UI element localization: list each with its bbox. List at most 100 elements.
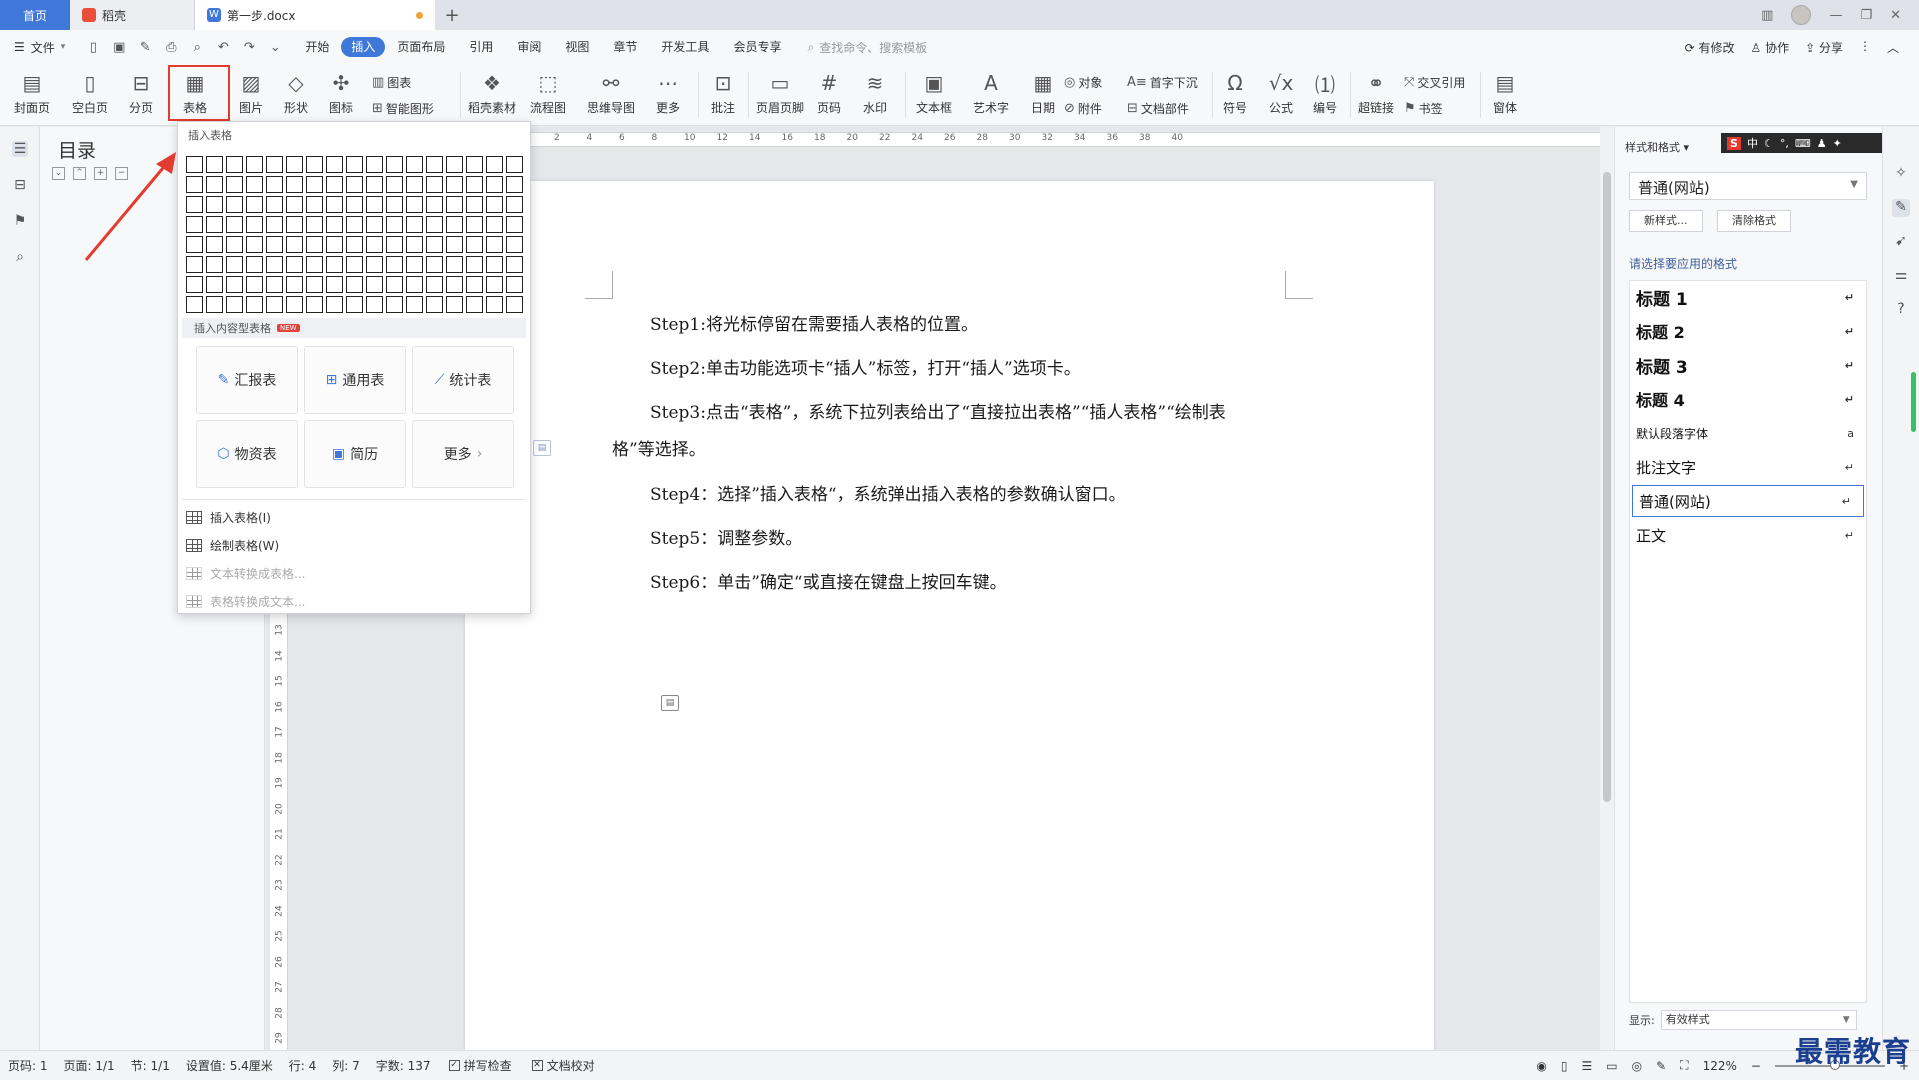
table-grid-cell[interactable]	[366, 276, 383, 293]
mindmap-button[interactable]: ⚯ 思维导图	[587, 70, 635, 116]
table-grid-cell[interactable]	[446, 196, 463, 213]
table-grid-cell[interactable]	[366, 216, 383, 233]
status-word-count[interactable]: 字数: 137	[368, 1057, 439, 1074]
table-grid-cell[interactable]	[446, 236, 463, 253]
table-grid-cell[interactable]	[426, 196, 443, 213]
tab-references[interactable]: 引用	[457, 37, 505, 57]
style-item-normal-web[interactable]: 普通(网站) ↵	[1632, 485, 1864, 517]
header-footer-button[interactable]: ▭ 页眉页脚	[756, 70, 804, 116]
table-grid-cell[interactable]	[426, 156, 443, 173]
table-grid-cell[interactable]	[326, 276, 343, 293]
table-grid-cell[interactable]	[306, 156, 323, 173]
materials-table-card[interactable]: ⬡ 物资表	[196, 420, 298, 488]
table-grid-cell[interactable]	[386, 156, 403, 173]
find-icon[interactable]: ⌕	[12, 249, 28, 265]
toc-icon[interactable]: ☰	[12, 141, 28, 157]
draw-table-item[interactable]: 绘制表格(W)	[186, 537, 279, 554]
tab-document[interactable]: W 第一步.docx	[195, 0, 435, 30]
tab-start[interactable]: 开始	[293, 37, 341, 57]
paragraph-step1[interactable]: Step1:将光标停留在需要插人表格的位置。	[650, 310, 978, 335]
status-setting[interactable]: 设置值: 5.4厘米	[178, 1057, 281, 1074]
table-grid-cell[interactable]	[466, 176, 483, 193]
table-grid-cell[interactable]	[486, 256, 503, 273]
style-item-heading3[interactable]: 标题 3 ↵	[1630, 349, 1866, 381]
table-grid-cell[interactable]	[266, 176, 283, 193]
style-item-heading2[interactable]: 标题 2 ↵	[1630, 315, 1866, 347]
table-grid-cell[interactable]	[386, 276, 403, 293]
table-grid-cell[interactable]	[206, 216, 223, 233]
table-grid-cell[interactable]	[406, 176, 423, 193]
table-grid-cell[interactable]	[266, 196, 283, 213]
vertical-scrollbar[interactable]	[1600, 127, 1614, 1050]
tab-page-layout[interactable]: 页面布局	[385, 37, 457, 57]
minimize-button[interactable]: —	[1829, 8, 1842, 23]
tab-daoke[interactable]: 稻壳	[70, 0, 195, 30]
new-style-button[interactable]: 新样式...	[1629, 210, 1703, 232]
table-grid-cell[interactable]	[346, 236, 363, 253]
doc-parts-button[interactable]: ⊟ 文档部件	[1127, 100, 1189, 117]
outline-view-icon[interactable]: ☰	[1582, 1059, 1593, 1073]
page-view-icon[interactable]: ▯	[1561, 1059, 1568, 1073]
style-item-comment[interactable]: 批注文字 ↵	[1630, 451, 1866, 483]
write-mode-icon[interactable]: ✎	[1656, 1059, 1666, 1073]
table-grid-cell[interactable]	[266, 296, 283, 313]
table-grid-cell[interactable]	[506, 156, 523, 173]
table-grid-cell[interactable]	[366, 256, 383, 273]
table-grid-cell[interactable]	[346, 216, 363, 233]
paragraph-step3[interactable]: Step3:点击“表格”，系统下拉列表给出了“直接拉出表格”“插人表格”“绘制表	[650, 398, 1226, 423]
document-page[interactable]: Step1:将光标停留在需要插人表格的位置。 Step2:单击功能选项卡“插人”…	[465, 181, 1434, 1050]
report-table-card[interactable]: ✎ 汇报表	[196, 346, 298, 414]
zoom-level[interactable]: 122%	[1703, 1059, 1737, 1073]
wordart-button[interactable]: A 艺术字	[973, 70, 1009, 116]
collapse-ribbon-icon[interactable]: ︿	[1887, 39, 1899, 56]
attachment-button[interactable]: ⊘ 附件	[1064, 100, 1102, 117]
stats-table-card[interactable]: ⟋ 统计表	[412, 346, 514, 414]
table-grid-cell[interactable]	[226, 216, 243, 233]
magic-icon[interactable]: ✧	[1892, 165, 1910, 183]
table-grid-cell[interactable]	[226, 176, 243, 193]
table-grid-cell[interactable]	[266, 236, 283, 253]
table-grid-cell[interactable]	[246, 256, 263, 273]
table-grid-cell[interactable]	[506, 296, 523, 313]
object-button[interactable]: ◎ 对象	[1064, 74, 1102, 91]
style-item-heading4[interactable]: 标题 4 ↵	[1630, 383, 1866, 415]
table-grid-cell[interactable]	[286, 156, 303, 173]
table-grid-cell[interactable]	[306, 276, 323, 293]
table-grid-cell[interactable]	[326, 216, 343, 233]
paste-options-icon[interactable]: ▤	[661, 695, 679, 711]
paragraph-step6[interactable]: Step6：单击”确定“或直接在键盘上按回车键。	[650, 568, 1007, 593]
table-grid-cell[interactable]	[286, 196, 303, 213]
table-grid-cell[interactable]	[346, 196, 363, 213]
spellcheck-toggle[interactable]: ✓ 拼写检查	[439, 1057, 522, 1074]
table-size-grid[interactable]	[186, 156, 523, 313]
status-page-code[interactable]: 页码: 1	[0, 1057, 56, 1074]
table-grid-cell[interactable]	[506, 276, 523, 293]
style-item-default-font[interactable]: 默认段落字体 a	[1630, 417, 1866, 449]
smartart-button[interactable]: ⊞ 智能图形	[372, 100, 434, 117]
paste-options-icon[interactable]: ▤	[533, 440, 551, 456]
table-grid-cell[interactable]	[326, 296, 343, 313]
table-grid-cell[interactable]	[446, 176, 463, 193]
table-grid-cell[interactable]	[326, 196, 343, 213]
table-grid-cell[interactable]	[506, 236, 523, 253]
table-grid-cell[interactable]	[286, 236, 303, 253]
table-grid-cell[interactable]	[206, 296, 223, 313]
table-grid-cell[interactable]	[486, 276, 503, 293]
insert-table-item[interactable]: 插入表格(I)	[186, 509, 271, 526]
new-tab-button[interactable]: +	[435, 0, 469, 30]
table-grid-cell[interactable]	[426, 256, 443, 273]
status-section[interactable]: 节: 1/1	[123, 1057, 178, 1074]
table-grid-cell[interactable]	[486, 216, 503, 233]
table-grid-cell[interactable]	[346, 176, 363, 193]
table-grid-cell[interactable]	[426, 236, 443, 253]
customize-icon[interactable]: ⌄	[267, 40, 283, 55]
bookmark-button[interactable]: ⚑ 书签	[1404, 100, 1443, 117]
table-grid-cell[interactable]	[286, 276, 303, 293]
table-grid-cell[interactable]	[486, 156, 503, 173]
reading-view-icon[interactable]: ▭	[1606, 1059, 1617, 1073]
revise-button[interactable]: ⟳ 有修改	[1685, 39, 1735, 56]
table-grid-cell[interactable]	[346, 156, 363, 173]
table-grid-cell[interactable]	[466, 256, 483, 273]
scrollbar-thumb[interactable]	[1603, 172, 1611, 802]
table-grid-cell[interactable]	[506, 216, 523, 233]
